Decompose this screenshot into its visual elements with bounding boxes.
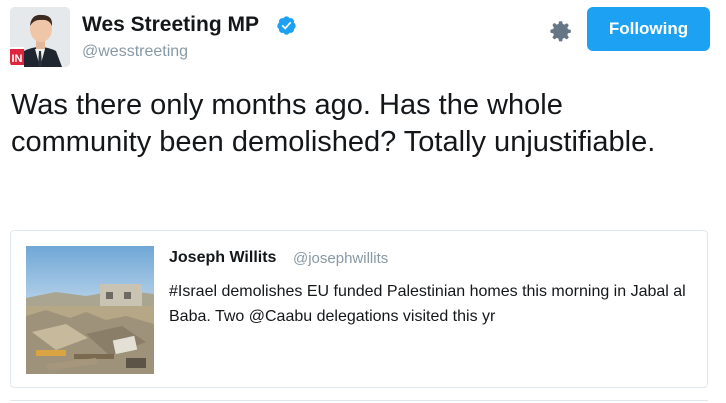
- quoted-tweet-text: #Israel demolishes EU funded Palestinian…: [169, 283, 686, 325]
- following-button[interactable]: Following: [587, 7, 710, 51]
- avatar-image: IN: [10, 7, 70, 67]
- quoted-author-name: Joseph Willits: [169, 249, 277, 266]
- verified-badge-icon: [277, 16, 296, 35]
- avatar[interactable]: IN: [10, 7, 70, 67]
- demolished-homes-photo: [26, 246, 154, 374]
- quoted-author-handle: @josephwillits: [293, 250, 389, 267]
- author-display-name[interactable]: Wes Streeting MP: [82, 13, 259, 37]
- avatar-badge-text: IN: [12, 53, 23, 65]
- quoted-tweet-image: [26, 246, 154, 374]
- author-handle[interactable]: @wesstreeting: [82, 43, 188, 61]
- gear-icon[interactable]: [549, 19, 573, 43]
- divider: [10, 400, 708, 401]
- tweet-text: Was there only months ago. Has the whole…: [11, 89, 656, 158]
- tweet: IN Wes Streeting MP @wesstreeting Follow…: [0, 0, 726, 403]
- quoted-tweet-card[interactable]: Joseph Willits @josephwillits #Israel de…: [10, 230, 708, 388]
